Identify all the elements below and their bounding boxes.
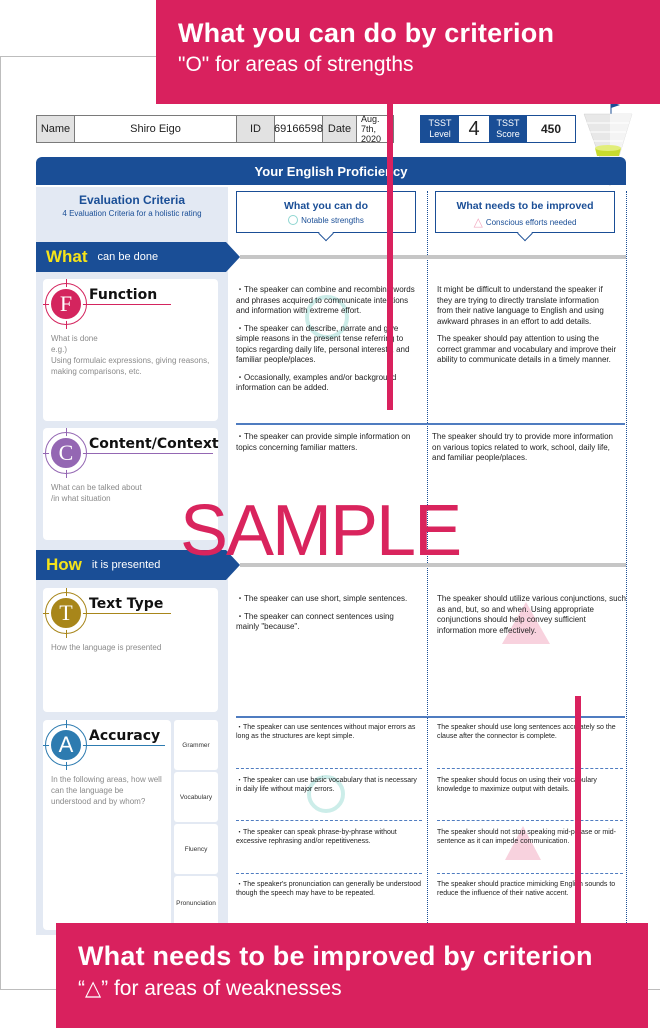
evaluation-criteria-subtitle: 4 Evaluation Criteria for a holistic rat… <box>62 209 202 218</box>
criterion-text-type: T Text Type How the language is presente… <box>43 588 218 712</box>
row-divider <box>437 820 623 821</box>
text-type-badge-icon: T <box>49 596 83 630</box>
evaluation-criteria-title: Evaluation Criteria <box>78 193 186 207</box>
criterion-description: How the language is presented <box>51 643 162 652</box>
name-value: Shiro Eigo <box>75 116 237 142</box>
column-divider <box>626 191 627 933</box>
content-badge-icon: C <box>49 436 83 470</box>
callout-weaknesses-title: What needs to be improved by criterion <box>78 941 593 971</box>
score-label: TSST Score <box>489 116 527 142</box>
callout-strengths: What you can do by criterion "O" for are… <box>156 0 660 104</box>
callout-strengths-subtitle: "O" for areas of strengths <box>178 53 414 76</box>
page-title: Your English Proficiency <box>36 157 626 185</box>
section-what-title: What <box>46 247 88 266</box>
criterion-name: Content/Context <box>89 436 219 452</box>
section-what: What can be done <box>36 242 240 272</box>
criterion-name: Accuracy <box>89 728 161 744</box>
section-how-title: How <box>46 555 82 574</box>
row-divider <box>236 820 422 821</box>
fluency-can-do: ・The speaker can speak phrase-by-phrase … <box>236 829 397 845</box>
subcriterion-fluency: Fluency <box>174 824 218 874</box>
triangle-icon: △ <box>473 215 483 229</box>
criterion-description: What can be talked about /in what situat… <box>51 483 142 503</box>
callout-weaknesses-subtitle: “△” for areas of weaknesses <box>78 977 342 1000</box>
row-divider <box>236 423 625 425</box>
row-divider <box>236 873 422 874</box>
row-divider <box>437 873 623 874</box>
function-improve: It might be difficult to understand the … <box>437 285 617 364</box>
evaluation-criteria-header: Evaluation Criteria 4 Evaluation Criteri… <box>36 193 228 218</box>
row-divider <box>236 768 422 769</box>
text-type-can-do: ・The speaker can use short, simple sente… <box>236 594 408 631</box>
id-label: ID <box>237 116 275 142</box>
level-value: 4 <box>459 116 489 142</box>
grammar-can-do: ・The speaker can use sentences without m… <box>236 724 416 740</box>
fluency-improve: The speaker should not stop speaking mid… <box>437 829 616 845</box>
criterion-accuracy: A Accuracy In the following areas, how w… <box>43 720 171 930</box>
grammar-improve: The speaker should use long sentences ac… <box>437 724 616 740</box>
candidate-info: Name Shiro Eigo ID 69166598 Date Aug. 7t… <box>36 114 394 144</box>
function-badge-icon: F <box>49 287 83 321</box>
callout-weaknesses: What needs to be improved by criterion “… <box>56 923 648 1028</box>
improve-title: What needs to be improved <box>456 200 594 212</box>
criterion-description: In the following areas, how well can the… <box>51 775 162 806</box>
subcriterion-vocabulary: Vocabulary <box>174 772 218 822</box>
criterion-name: Text Type <box>89 596 164 612</box>
score-info: TSST Level 4 TSST Score 450 <box>420 115 576 143</box>
row-divider <box>437 768 623 769</box>
improve-subtitle: Conscious efforts needed <box>485 217 577 227</box>
criterion-name: Function <box>89 287 158 303</box>
content-can-do: ・The speaker can provide simple informat… <box>236 432 411 452</box>
pronunciation-can-do: ・The speaker's pronunciation can general… <box>236 881 422 897</box>
id-value: 69166598 <box>274 116 323 142</box>
section-what-subtitle: can be done <box>97 251 159 263</box>
improve-header: What needs to be improved △ Conscious eff… <box>435 191 615 233</box>
vocabulary-can-do: ・The speaker can use basic vocabulary th… <box>236 777 417 793</box>
pronunciation-improve: The speaker should practice mimicking En… <box>437 881 616 897</box>
circle-icon <box>288 215 299 225</box>
text-type-improve: The speaker should utilize various conju… <box>437 594 626 635</box>
can-do-subtitle: Notable strengths <box>301 215 364 225</box>
section-how-subtitle: it is presented <box>91 559 161 571</box>
name-label: Name <box>37 116 75 142</box>
accuracy-badge-icon: A <box>49 728 83 762</box>
level-label: TSST Level <box>421 116 459 142</box>
callout-pointer <box>575 696 581 928</box>
sample-watermark: SAMPLE <box>180 491 462 571</box>
score-value: 450 <box>527 116 575 142</box>
callout-strengths-title: What you can do by criterion <box>178 18 555 48</box>
content-improve: The speaker should try to provide more i… <box>432 432 613 462</box>
vocabulary-improve: The speaker should focus on using their … <box>437 777 597 793</box>
criterion-description: What is done e.g.) Using formulaic expre… <box>51 334 210 376</box>
subcriterion-grammar: Grammer <box>174 720 218 770</box>
callout-pointer <box>387 100 393 410</box>
subcriterion-pronunciation: Pronunciation <box>174 876 218 930</box>
date-label: Date <box>323 116 357 142</box>
section-divider <box>240 255 626 259</box>
row-divider <box>236 716 625 718</box>
criterion-function: F Function What is done e.g.) Using form… <box>43 279 218 421</box>
